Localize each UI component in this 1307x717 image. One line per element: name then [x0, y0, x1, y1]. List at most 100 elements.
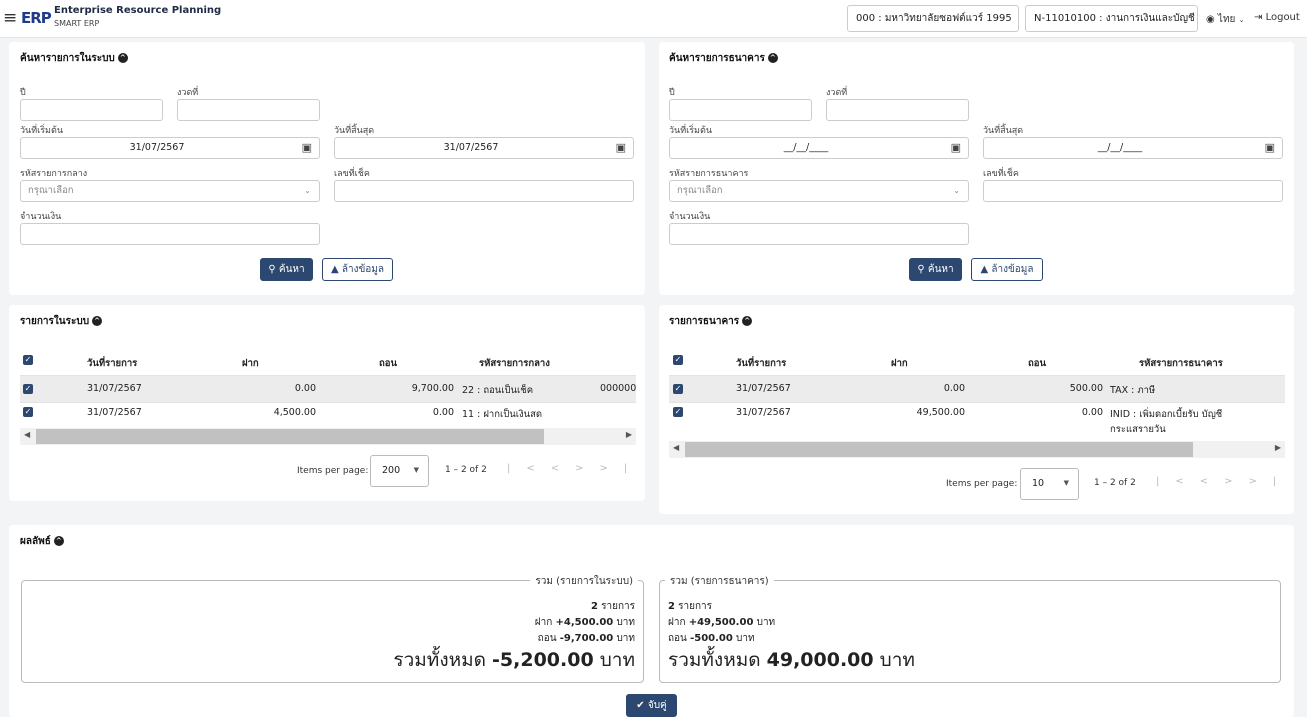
- central-code-label: รหัสรายการกลาง: [20, 169, 88, 179]
- pagination-controls[interactable]: |<<>>|: [507, 463, 643, 474]
- end-date-label: วันที่สิ้นสุด: [334, 126, 375, 136]
- end-date-label: วันที่สิ้นสุด: [983, 126, 1024, 136]
- clear-button[interactable]: ▲ ล้างข้อมูล: [971, 258, 1043, 281]
- period-label: งวดที่: [177, 88, 199, 98]
- first-page-icon[interactable]: |<: [1156, 476, 1200, 487]
- year-input[interactable]: [20, 99, 163, 121]
- calendar-icon[interactable]: ▣: [1265, 138, 1275, 158]
- bank-summary-content: 2 รายการ ฝาก +49,500.00 บาท ถอน -500.00 …: [668, 599, 915, 673]
- start-date-input[interactable]: 31/07/2567 ▣: [20, 137, 320, 159]
- calendar-icon[interactable]: ▣: [951, 138, 961, 158]
- bank-count-unit: รายการ: [678, 601, 713, 612]
- last-page-icon[interactable]: >|: [600, 463, 644, 474]
- amount-input[interactable]: [669, 223, 969, 245]
- search-button[interactable]: ⚲ ค้นหา: [260, 258, 313, 281]
- match-button[interactable]: ✔ จับคู่: [626, 694, 677, 717]
- end-date-input[interactable]: 31/07/2567 ▣: [334, 137, 634, 159]
- page-range: 1 – 2 of 2: [445, 465, 487, 475]
- column-header-withdraw[interactable]: ถอน: [379, 356, 397, 371]
- search-button[interactable]: ⚲ ค้นหา: [909, 258, 962, 281]
- row-checkbox[interactable]: ✓: [673, 407, 683, 417]
- horizontal-scrollbar[interactable]: ◀ ▶: [669, 441, 1285, 458]
- cell-central-code: 22 : ถอนเป็นเช็ค: [462, 385, 534, 396]
- period-input[interactable]: [826, 99, 969, 121]
- system-total-label: รวมทั้งหมด: [393, 649, 486, 671]
- bank-search-title: ค้นหารายการธนาคาร ^: [669, 51, 778, 66]
- prev-page-icon[interactable]: <: [1200, 476, 1224, 487]
- cell-deposit: 0.00: [943, 383, 965, 394]
- scroll-left-icon[interactable]: ◀: [673, 443, 679, 452]
- bank-summary-box: รวม (รายการธนาคาร) 2 รายการ ฝาก +49,500.…: [659, 574, 1281, 683]
- bank-search-card: ค้นหารายการธนาคาร ^ ปี งวดที่ วันที่เริ่ม…: [659, 42, 1294, 295]
- period-input[interactable]: [177, 99, 320, 121]
- scroll-left-icon[interactable]: ◀: [24, 430, 30, 439]
- prev-page-icon[interactable]: <: [551, 463, 575, 474]
- erp-logo: ERP: [21, 9, 52, 27]
- central-code-select[interactable]: กรุณาเลือก ⌄: [20, 180, 320, 202]
- items-per-page-select[interactable]: 200 ▼: [370, 455, 429, 487]
- system-withdraw-unit: บาท: [616, 633, 635, 644]
- row-checkbox[interactable]: ✓: [23, 384, 33, 394]
- chevron-down-icon: ⌄: [953, 186, 960, 195]
- next-page-icon[interactable]: >: [575, 463, 599, 474]
- pagination-controls[interactable]: |<<>>|: [1156, 476, 1292, 487]
- bank-deposit-value: +49,500.00: [688, 617, 754, 628]
- items-per-page-select[interactable]: 10 ▼: [1020, 468, 1079, 500]
- collapse-icon[interactable]: ^: [92, 316, 103, 326]
- department-selector[interactable]: N-11010100 : งานการเงินและบัญชี: [1025, 5, 1198, 32]
- select-all-checkbox[interactable]: ✓: [23, 355, 33, 365]
- column-header-deposit[interactable]: ฝาก: [891, 356, 908, 371]
- select-all-checkbox[interactable]: ✓: [673, 355, 683, 365]
- first-page-icon[interactable]: |<: [507, 463, 551, 474]
- collapse-icon[interactable]: ^: [742, 316, 753, 326]
- items-per-page-label: Items per page:: [946, 479, 1018, 489]
- scroll-right-icon[interactable]: ▶: [626, 430, 632, 439]
- cell-date: 31/07/2567: [736, 383, 791, 394]
- next-page-icon[interactable]: >: [1224, 476, 1248, 487]
- logout-button[interactable]: ⇥ Logout: [1254, 12, 1300, 23]
- cell-central-code: 11 : ฝากเป็นเงินสด: [462, 409, 543, 420]
- page-range: 1 – 2 of 2: [1094, 478, 1136, 488]
- collapse-icon[interactable]: ^: [117, 53, 128, 63]
- cell-withdraw: 0.00: [1081, 407, 1103, 418]
- scroll-right-icon[interactable]: ▶: [1275, 443, 1281, 452]
- column-header-withdraw[interactable]: ถอน: [1028, 356, 1046, 371]
- collapse-icon[interactable]: ^: [767, 53, 778, 63]
- start-date-input[interactable]: __/__/____ ▣: [669, 137, 969, 159]
- column-header-bank-code[interactable]: รหัสรายการธนาคาร: [1139, 356, 1223, 371]
- column-header-date[interactable]: วันที่รายการ: [87, 356, 137, 371]
- year-input[interactable]: [669, 99, 812, 121]
- clear-button[interactable]: ▲ ล้างข้อมูล: [322, 258, 393, 281]
- language-label: ไทย: [1217, 14, 1236, 25]
- cheque-number-input[interactable]: [334, 180, 634, 202]
- bank-deposit-unit: บาท: [756, 617, 776, 628]
- cheque-number-input[interactable]: [983, 180, 1283, 202]
- cell-date: 31/07/2567: [736, 407, 791, 418]
- bank-code-select[interactable]: กรุณาเลือก ⌄: [669, 180, 969, 202]
- cell-withdraw: 500.00: [1069, 383, 1103, 394]
- cell-extra: 000000: [600, 383, 636, 394]
- scrollbar-thumb[interactable]: [685, 442, 1193, 457]
- scrollbar-thumb[interactable]: [36, 429, 544, 444]
- end-date-input[interactable]: __/__/____ ▣: [983, 137, 1283, 159]
- last-page-icon[interactable]: >|: [1249, 476, 1293, 487]
- organization-selector[interactable]: 000 : มหาวิทยาลัยซอฟต์แวร์ 1995: [847, 5, 1019, 32]
- row-checkbox[interactable]: ✓: [23, 407, 33, 417]
- amount-input[interactable]: [20, 223, 320, 245]
- horizontal-scrollbar[interactable]: ◀ ▶: [20, 428, 636, 445]
- calendar-icon[interactable]: ▣: [616, 138, 626, 158]
- row-checkbox[interactable]: ✓: [673, 384, 683, 394]
- collapse-icon[interactable]: ^: [53, 536, 64, 546]
- language-selector[interactable]: ◉ ไทย ⌄: [1206, 12, 1244, 27]
- bank-count: 2: [668, 601, 675, 612]
- hamburger-icon[interactable]: ≡: [3, 8, 17, 28]
- column-header-central-code[interactable]: รหัสรายการกลาง: [479, 356, 550, 371]
- period-label: งวดที่: [826, 88, 848, 98]
- top-bar: ≡ ERP Enterprise Resource Planning SMART…: [0, 0, 1307, 38]
- result-card: ผลลัพธ์ ^ รวม (รายการในระบบ) 2 รายการ ฝาก…: [9, 525, 1294, 717]
- system-count-unit: รายการ: [601, 601, 635, 612]
- column-header-date[interactable]: วันที่รายการ: [736, 356, 786, 371]
- cell-bank-code: TAX : ภาษี: [1110, 385, 1156, 396]
- calendar-icon[interactable]: ▣: [302, 138, 312, 158]
- column-header-deposit[interactable]: ฝาก: [242, 356, 259, 371]
